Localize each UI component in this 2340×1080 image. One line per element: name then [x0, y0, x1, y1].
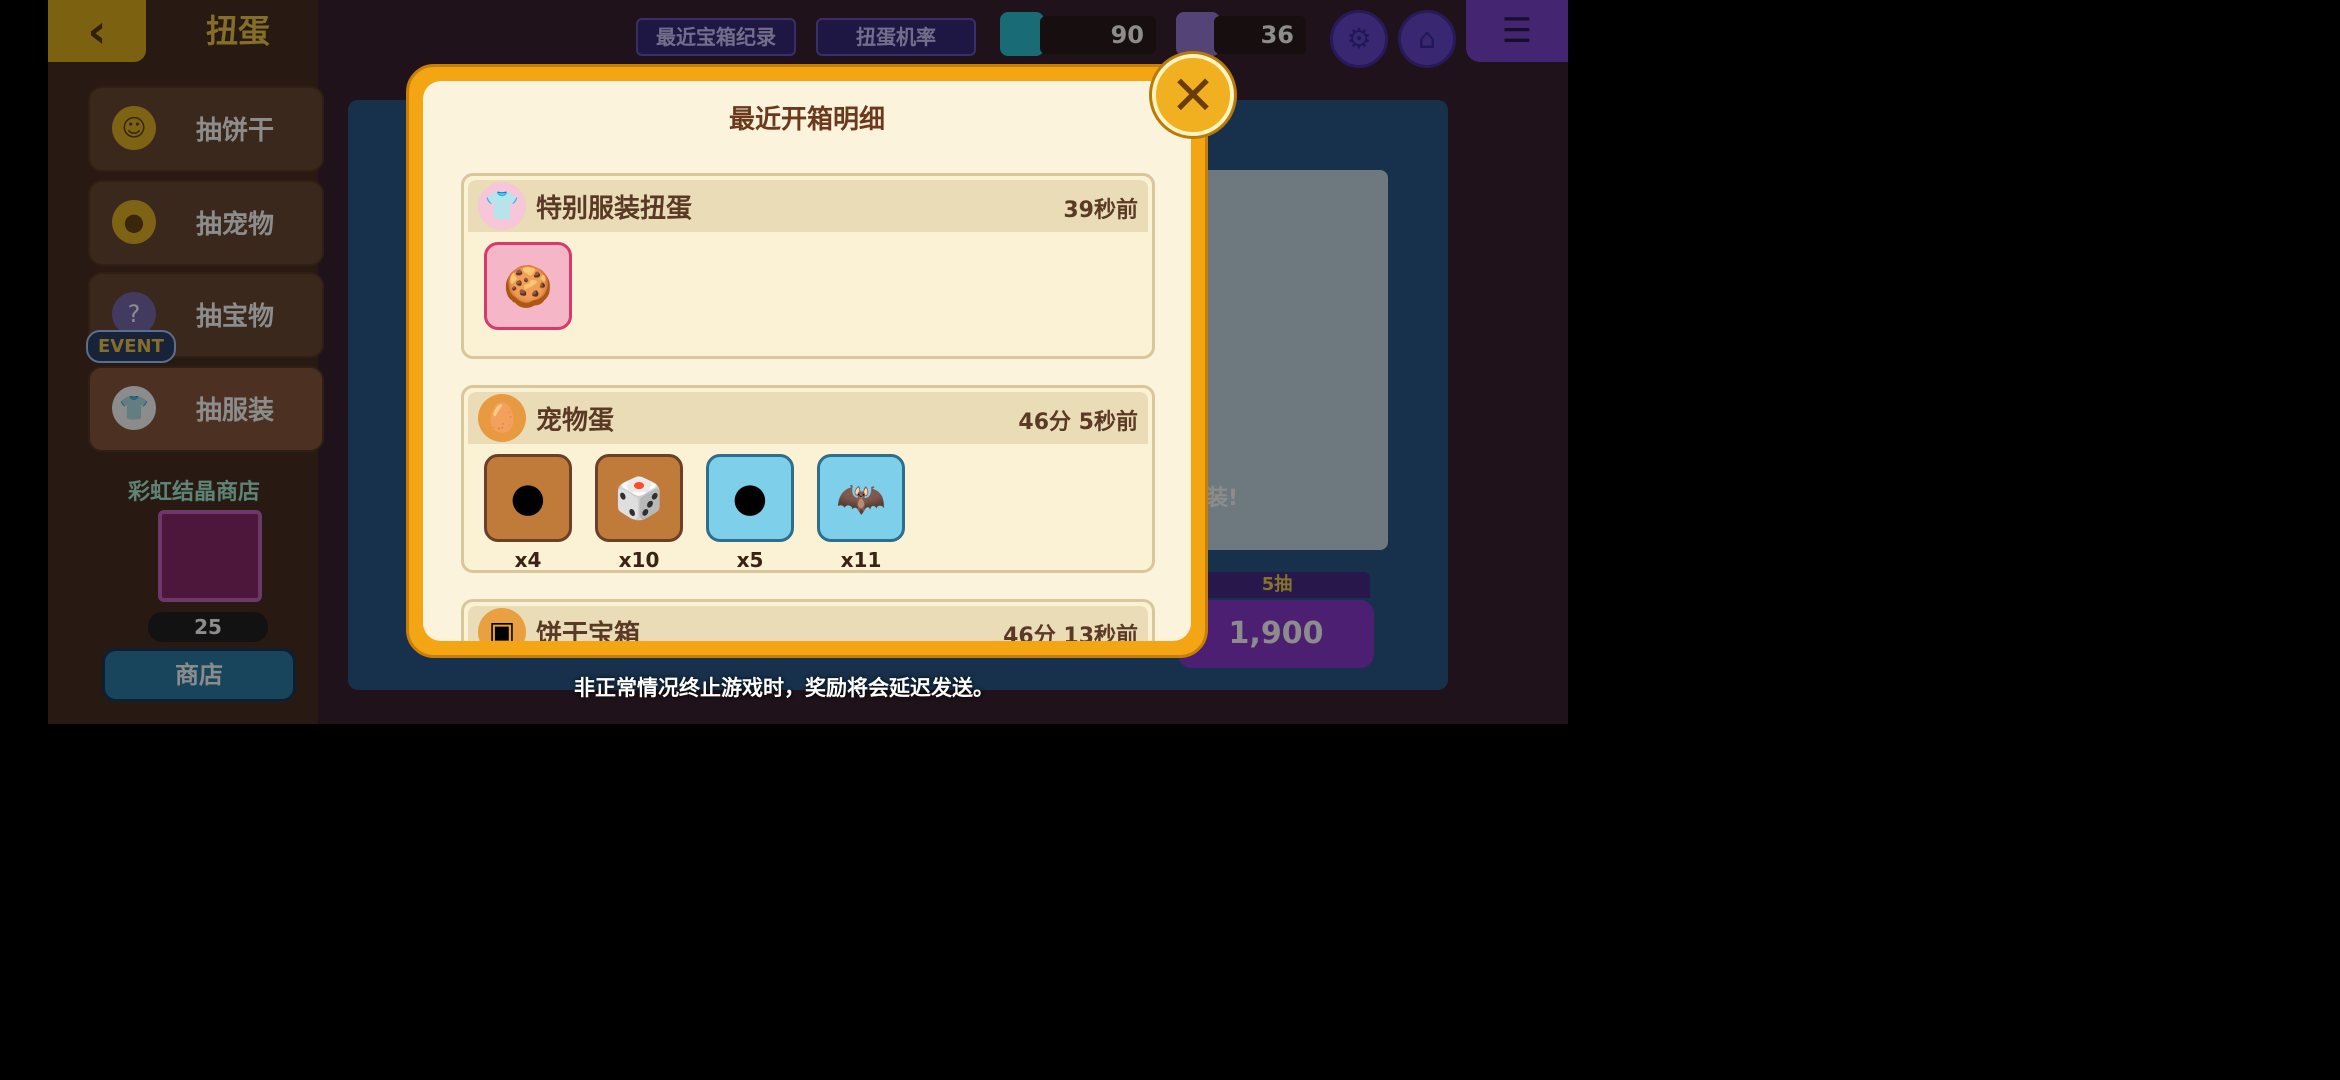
item-quantity: x5 [736, 548, 764, 572]
item-quantity: x11 [840, 548, 882, 572]
dice-pet-icon[interactable]: 🎲 [595, 454, 683, 542]
recent-open-details-modal: 最近开箱明细 👕 特别服装扭蛋 39秒前 🍪 🥚 宠物蛋 46分 5秒前 ● x… [406, 64, 1208, 658]
bat-pet-icon[interactable]: 🦇 [817, 454, 905, 542]
modal-body: 最近开箱明细 👕 特别服装扭蛋 39秒前 🍪 🥚 宠物蛋 46分 5秒前 ● x… [423, 81, 1191, 641]
section-name: 特别服装扭蛋 [536, 194, 693, 224]
record-section-costume: 👕 特别服装扭蛋 39秒前 🍪 [461, 173, 1155, 359]
section-time: 46分 5秒前 [1018, 410, 1138, 435]
section-header: 🥚 宠物蛋 46分 5秒前 [468, 392, 1148, 444]
record-section-pet-egg: 🥚 宠物蛋 46分 5秒前 ● x4 🎲 x10 ● x5 🦇 x11 [461, 385, 1155, 573]
treasure-chest-icon: ▣ [478, 608, 526, 641]
dumbbell-pet-icon[interactable]: ● [706, 454, 794, 542]
close-icon: ✕ [1170, 63, 1216, 127]
section-header: ▣ 饼干宝箱 46分 13秒前 [468, 606, 1148, 641]
costume-icon: 👕 [478, 182, 526, 230]
pet-egg-icon: 🥚 [478, 394, 526, 442]
section-header: 👕 特别服装扭蛋 39秒前 [468, 180, 1148, 232]
modal-title: 最近开箱明细 [728, 105, 885, 135]
delay-notice: 非正常情况终止游戏时，奖励将会延迟发送。 [574, 676, 994, 700]
record-section-cookie-chest: ▣ 饼干宝箱 46分 13秒前 [461, 599, 1155, 641]
section-name: 饼干宝箱 [536, 620, 641, 641]
section-name: 宠物蛋 [536, 406, 615, 436]
chocolate-drop-pet-icon[interactable]: ● [484, 454, 572, 542]
section-time: 39秒前 [1063, 198, 1138, 223]
section-time: 46分 13秒前 [1003, 624, 1138, 641]
item-quantity: x4 [514, 548, 542, 572]
cookie-costume-icon[interactable]: 🍪 [484, 242, 572, 330]
close-button[interactable]: ✕ [1152, 54, 1234, 136]
item-quantity: x10 [618, 548, 660, 572]
